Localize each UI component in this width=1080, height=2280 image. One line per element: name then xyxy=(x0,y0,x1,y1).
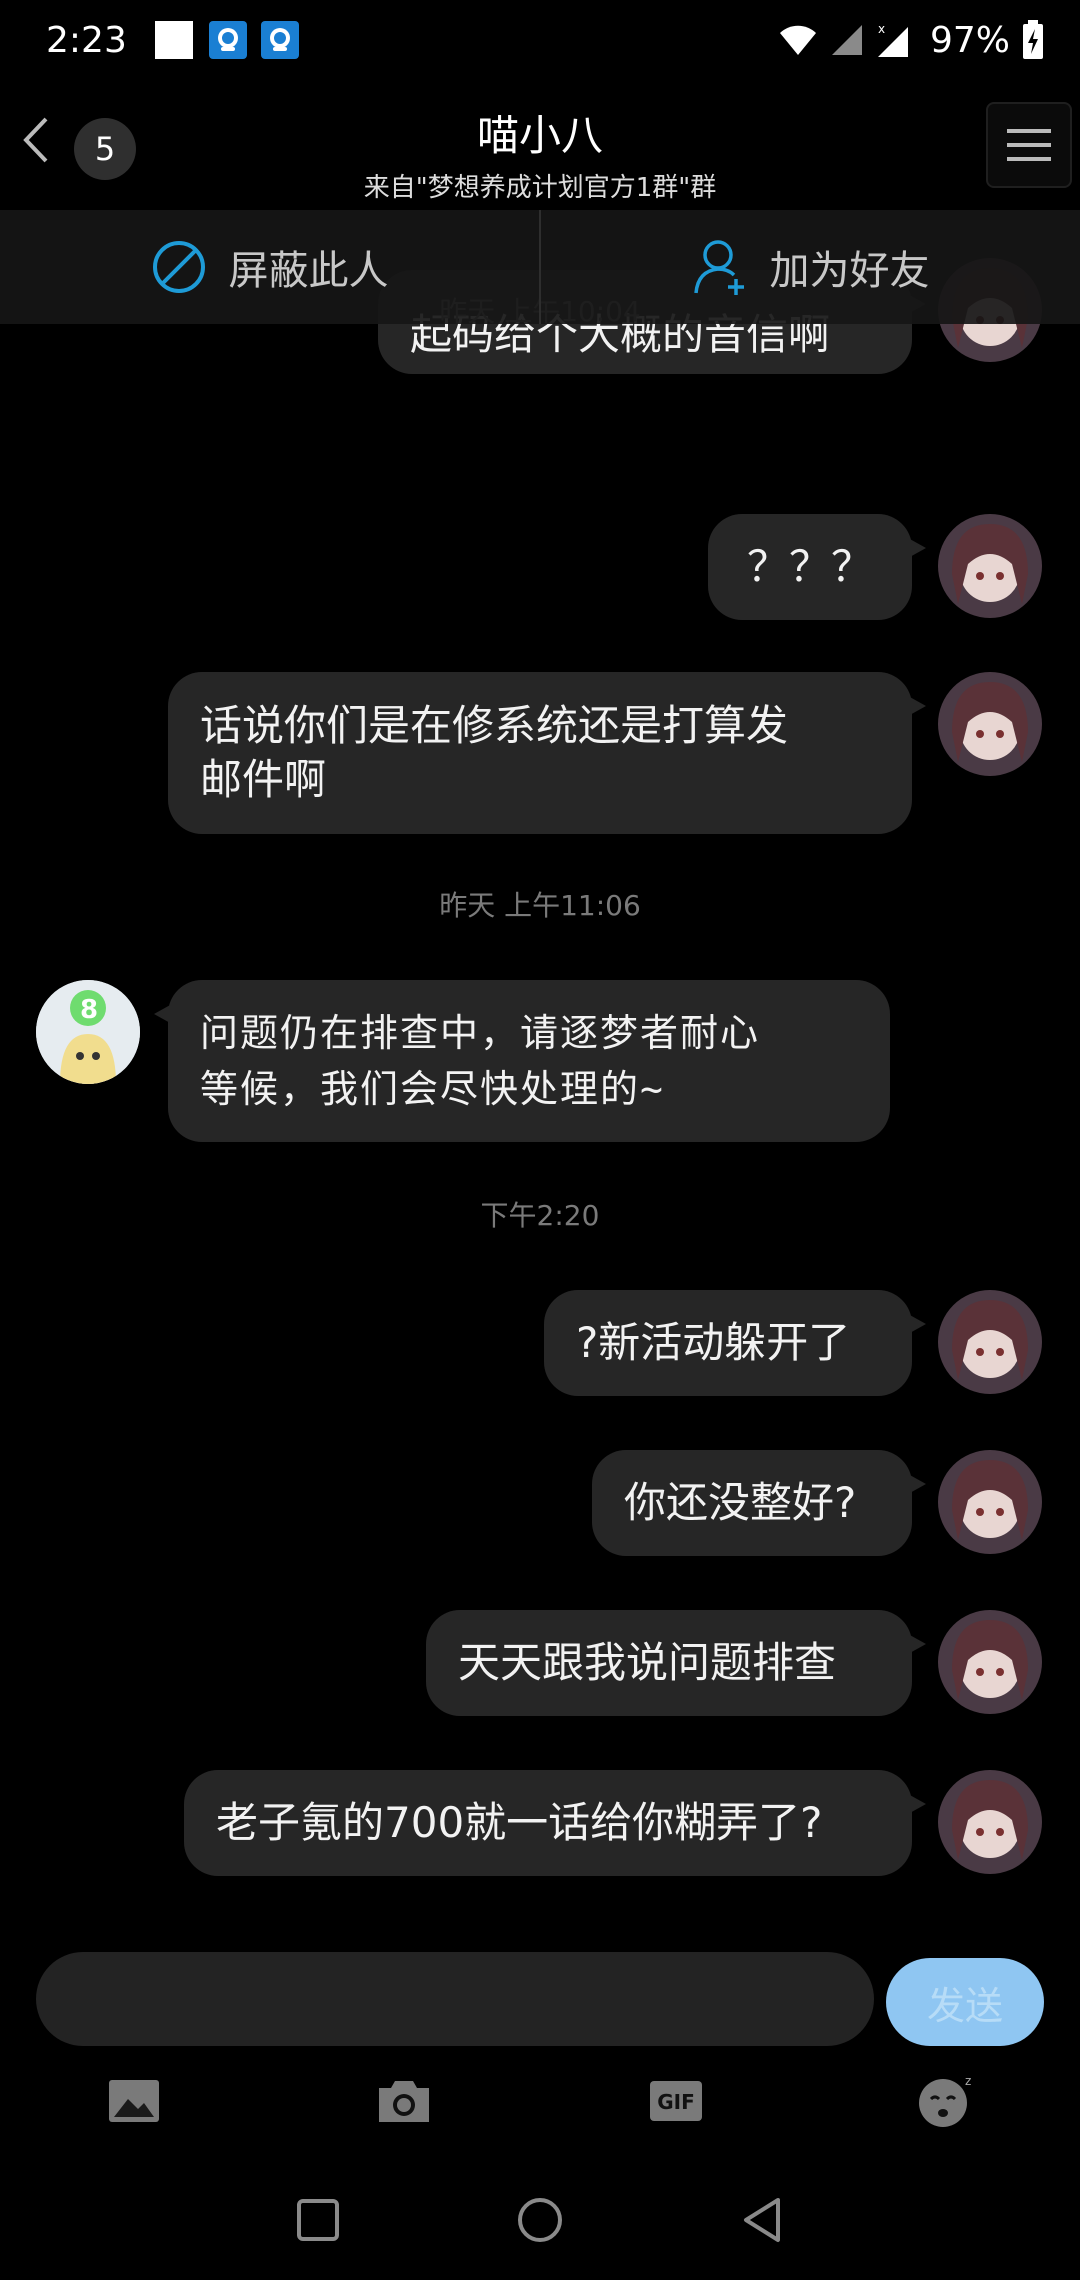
status-bar: 2:23 x 97% xyxy=(0,0,1080,80)
add-friend-label: 加为好友 xyxy=(769,248,930,294)
profile-action-bar: 屏蔽此人 加为好友 xyxy=(0,210,1080,324)
avatar-other[interactable]: 8 xyxy=(36,980,140,1084)
message-bubble-self[interactable]: ?新活动躲开了 xyxy=(544,1290,926,1396)
add-friend-button[interactable]: 加为好友 xyxy=(541,210,1080,324)
camera-icon xyxy=(379,2081,429,2122)
chat-header: 5 喵小八 来自"梦想养成计划官方1群"群 xyxy=(0,80,1080,210)
signal-x-icon: x xyxy=(877,22,908,57)
chat-title: 喵小八 xyxy=(476,111,603,160)
status-time: 2:23 xyxy=(46,19,127,61)
system-nav-bar xyxy=(0,2160,1080,2280)
image-icon xyxy=(109,2080,159,2122)
circle-icon xyxy=(518,2198,562,2242)
svg-text:8: 8 xyxy=(80,995,98,1025)
block-user-button[interactable]: 屏蔽此人 xyxy=(0,210,539,324)
avatar-self[interactable] xyxy=(938,672,1042,776)
avatar-self[interactable] xyxy=(938,514,1042,618)
message-bubble-self[interactable]: 你还没整好? xyxy=(592,1450,926,1556)
message-text: ？？？ xyxy=(746,542,873,591)
hamburger-menu-icon xyxy=(1007,129,1051,161)
chat-app-icon xyxy=(260,21,299,59)
message-text: 你还没整好? xyxy=(624,1478,857,1527)
message-text: ?新活动躲开了 xyxy=(576,1318,851,1367)
message-input[interactable] xyxy=(36,1952,874,2046)
message-text-line: 等候，我们会尽快处理的~ xyxy=(200,1067,665,1111)
emoji-icon: z xyxy=(919,2074,971,2127)
timestamp: 下午2:20 xyxy=(480,1199,600,1232)
avatar-self[interactable] xyxy=(938,1450,1042,1554)
message-text: 老子氪的700就一话给你糊弄了? xyxy=(216,1798,823,1847)
battery-percent: 97% xyxy=(929,19,1010,61)
back-nav-button[interactable] xyxy=(730,2188,794,2252)
message-text: 天天跟我说问题排查 xyxy=(458,1638,837,1687)
chat-app-icon xyxy=(208,21,247,59)
square-icon xyxy=(297,2199,339,2241)
avatar-self[interactable] xyxy=(938,1770,1042,1874)
chat-subtitle: 来自"梦想养成计划官方1群"群 xyxy=(363,173,717,203)
message-list[interactable]: 起码给个大概的音信啊 昨天 上午10:04 ？？？ 话说你们是在修系统还是打算发… xyxy=(0,210,1080,1930)
battery-charging-icon xyxy=(1023,20,1043,59)
home-button[interactable] xyxy=(508,2188,572,2252)
wifi-icon xyxy=(779,25,816,55)
add-person-icon xyxy=(693,240,744,295)
gif-button[interactable]: GIF xyxy=(646,2071,706,2131)
composer-toolbar: GIF z xyxy=(0,2065,1080,2135)
emoji-button[interactable]: z xyxy=(916,2071,976,2131)
message-bubble-self[interactable]: 话说你们是在修系统还是打算发 邮件啊 xyxy=(168,672,926,834)
message-text-line: 问题仍在排查中，请逐梦者耐心 xyxy=(200,1011,761,1055)
white-square-icon xyxy=(154,21,193,59)
block-icon xyxy=(152,241,205,293)
message-text-line: 邮件啊 xyxy=(200,755,327,804)
avatar-self[interactable] xyxy=(938,1610,1042,1714)
message-text-line: 话说你们是在修系统还是打算发 xyxy=(200,701,789,750)
message-bubble-self[interactable]: 天天跟我说问题排查 xyxy=(426,1610,926,1716)
timestamp: 昨天 上午11:06 xyxy=(439,889,641,922)
signal-icon xyxy=(831,25,862,55)
menu-button[interactable] xyxy=(986,102,1072,188)
avatar-self[interactable] xyxy=(938,1290,1042,1394)
send-button[interactable]: 发送 xyxy=(886,1958,1044,2046)
image-button[interactable] xyxy=(104,2071,164,2131)
gif-icon: GIF xyxy=(650,2081,702,2121)
recents-button[interactable] xyxy=(286,2188,350,2252)
message-bubble-other[interactable]: 问题仍在排查中，请逐梦者耐心 等候，我们会尽快处理的~ xyxy=(154,980,890,1142)
gif-label: GIF xyxy=(657,2090,695,2114)
camera-button[interactable] xyxy=(374,2071,434,2131)
block-user-label: 屏蔽此人 xyxy=(228,248,389,294)
svg-text:x: x xyxy=(878,22,885,36)
composer: 发送 xyxy=(0,1950,1080,2050)
message-bubble-self[interactable]: ？？？ xyxy=(708,514,926,620)
svg-text:z: z xyxy=(965,2074,971,2088)
message-bubble-self[interactable]: 老子氪的700就一话给你糊弄了? xyxy=(184,1770,926,1876)
triangle-back-icon xyxy=(744,2198,780,2242)
